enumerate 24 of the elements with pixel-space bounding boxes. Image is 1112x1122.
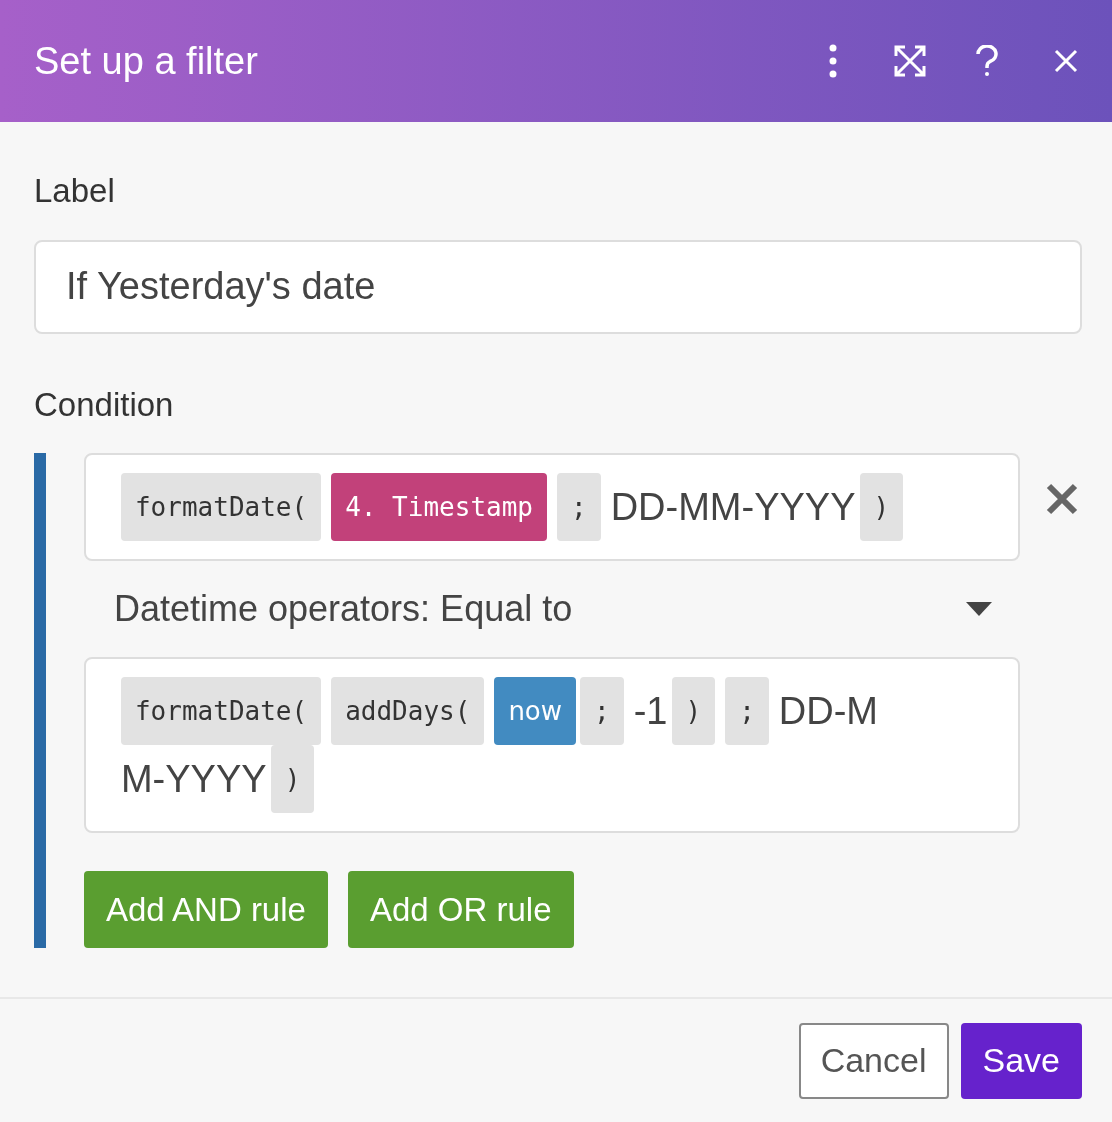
expression-field[interactable]: formatDate( 4. Timestamp ; DD-MM-YYYY ) <box>83 453 1020 561</box>
dialog-title: Set up a filter <box>34 38 259 84</box>
text-token: -1 <box>633 689 668 734</box>
function-token: ; <box>580 677 624 745</box>
function-token: formatDate( <box>120 473 322 541</box>
keyword-token: now <box>494 677 577 745</box>
function-token: ) <box>270 745 315 813</box>
function-token: ) <box>671 677 716 745</box>
operator-select[interactable]: Datetime operators: Equal to <box>113 582 966 636</box>
label-input[interactable]: If Yesterday's date <box>34 239 1082 334</box>
function-token: ; <box>725 677 769 745</box>
expression-field[interactable]: formatDate( addDays( now ; -1 ) ; DD-M M-YYYY ) <box>83 657 1020 833</box>
variable-token: 4. Timestamp <box>331 473 547 541</box>
text-token: M-YYYY <box>120 757 267 802</box>
text-token: DD-MM-YYYY <box>610 485 856 530</box>
save-button[interactable]: Save <box>960 1022 1082 1099</box>
cancel-button[interactable]: Cancel <box>798 1022 949 1099</box>
field-label: Condition <box>34 384 175 425</box>
function-token: formatDate( <box>120 677 322 745</box>
function-token: ; <box>557 473 601 541</box>
text-token: DD-M <box>778 689 878 734</box>
field-label: Label <box>34 171 116 211</box>
function-token: addDays( <box>331 677 485 745</box>
function-token: ) <box>859 473 904 541</box>
